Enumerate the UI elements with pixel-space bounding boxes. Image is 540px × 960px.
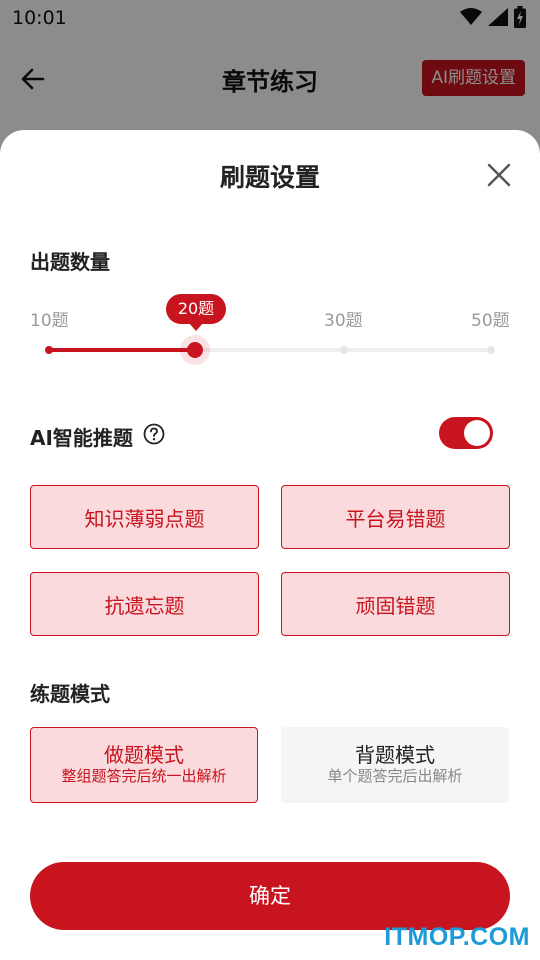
slider-stop-50[interactable] <box>487 346 495 354</box>
mode-card-practice[interactable]: 做题模式 整组题答完后统一出解析 <box>30 727 258 803</box>
slider-stop-30[interactable] <box>340 346 348 354</box>
help-icon[interactable] <box>143 423 165 445</box>
mode-title: 背题模式 <box>355 743 435 767</box>
confirm-button[interactable]: 确定 <box>30 862 510 930</box>
option-weak-points[interactable]: 知识薄弱点题 <box>30 485 259 549</box>
option-common-mistakes[interactable]: 平台易错题 <box>281 485 510 549</box>
close-icon[interactable] <box>484 160 514 190</box>
practice-mode-title: 练题模式 <box>30 682 110 706</box>
slider-stop-10[interactable] <box>45 346 53 354</box>
tick-label-30: 30题 <box>324 311 363 331</box>
sheet-title: 刷题设置 <box>219 163 320 192</box>
mode-subtitle: 整组题答完后统一出解析 <box>61 767 227 785</box>
slider-bubble-tip <box>189 323 203 331</box>
mode-subtitle: 单个题答完后出解析 <box>327 767 463 785</box>
tick-label-10: 10题 <box>30 311 69 331</box>
ai-recommend-toggle[interactable] <box>439 417 493 449</box>
slider-value-bubble: 20题 <box>166 294 226 324</box>
option-anti-forgetting[interactable]: 抗遗忘题 <box>30 572 259 636</box>
tick-label-50: 50题 <box>471 311 510 331</box>
slider-thumb[interactable] <box>187 342 203 358</box>
option-stubborn-mistakes[interactable]: 顽固错题 <box>281 572 510 636</box>
question-count-title: 出题数量 <box>30 250 110 274</box>
settings-sheet: 刷题设置 出题数量 10题 30题 50题 20题 AI智能推题 知识薄弱点题 … <box>0 130 540 960</box>
ai-recommend-label: AI智能推题 <box>30 426 133 450</box>
toggle-knob <box>464 420 490 446</box>
watermark: ITMOP.COM <box>384 923 530 951</box>
slider-track-fill <box>48 348 195 352</box>
mode-card-memorize[interactable]: 背题模式 单个题答完后出解析 <box>281 727 509 803</box>
mode-title: 做题模式 <box>104 743 184 767</box>
